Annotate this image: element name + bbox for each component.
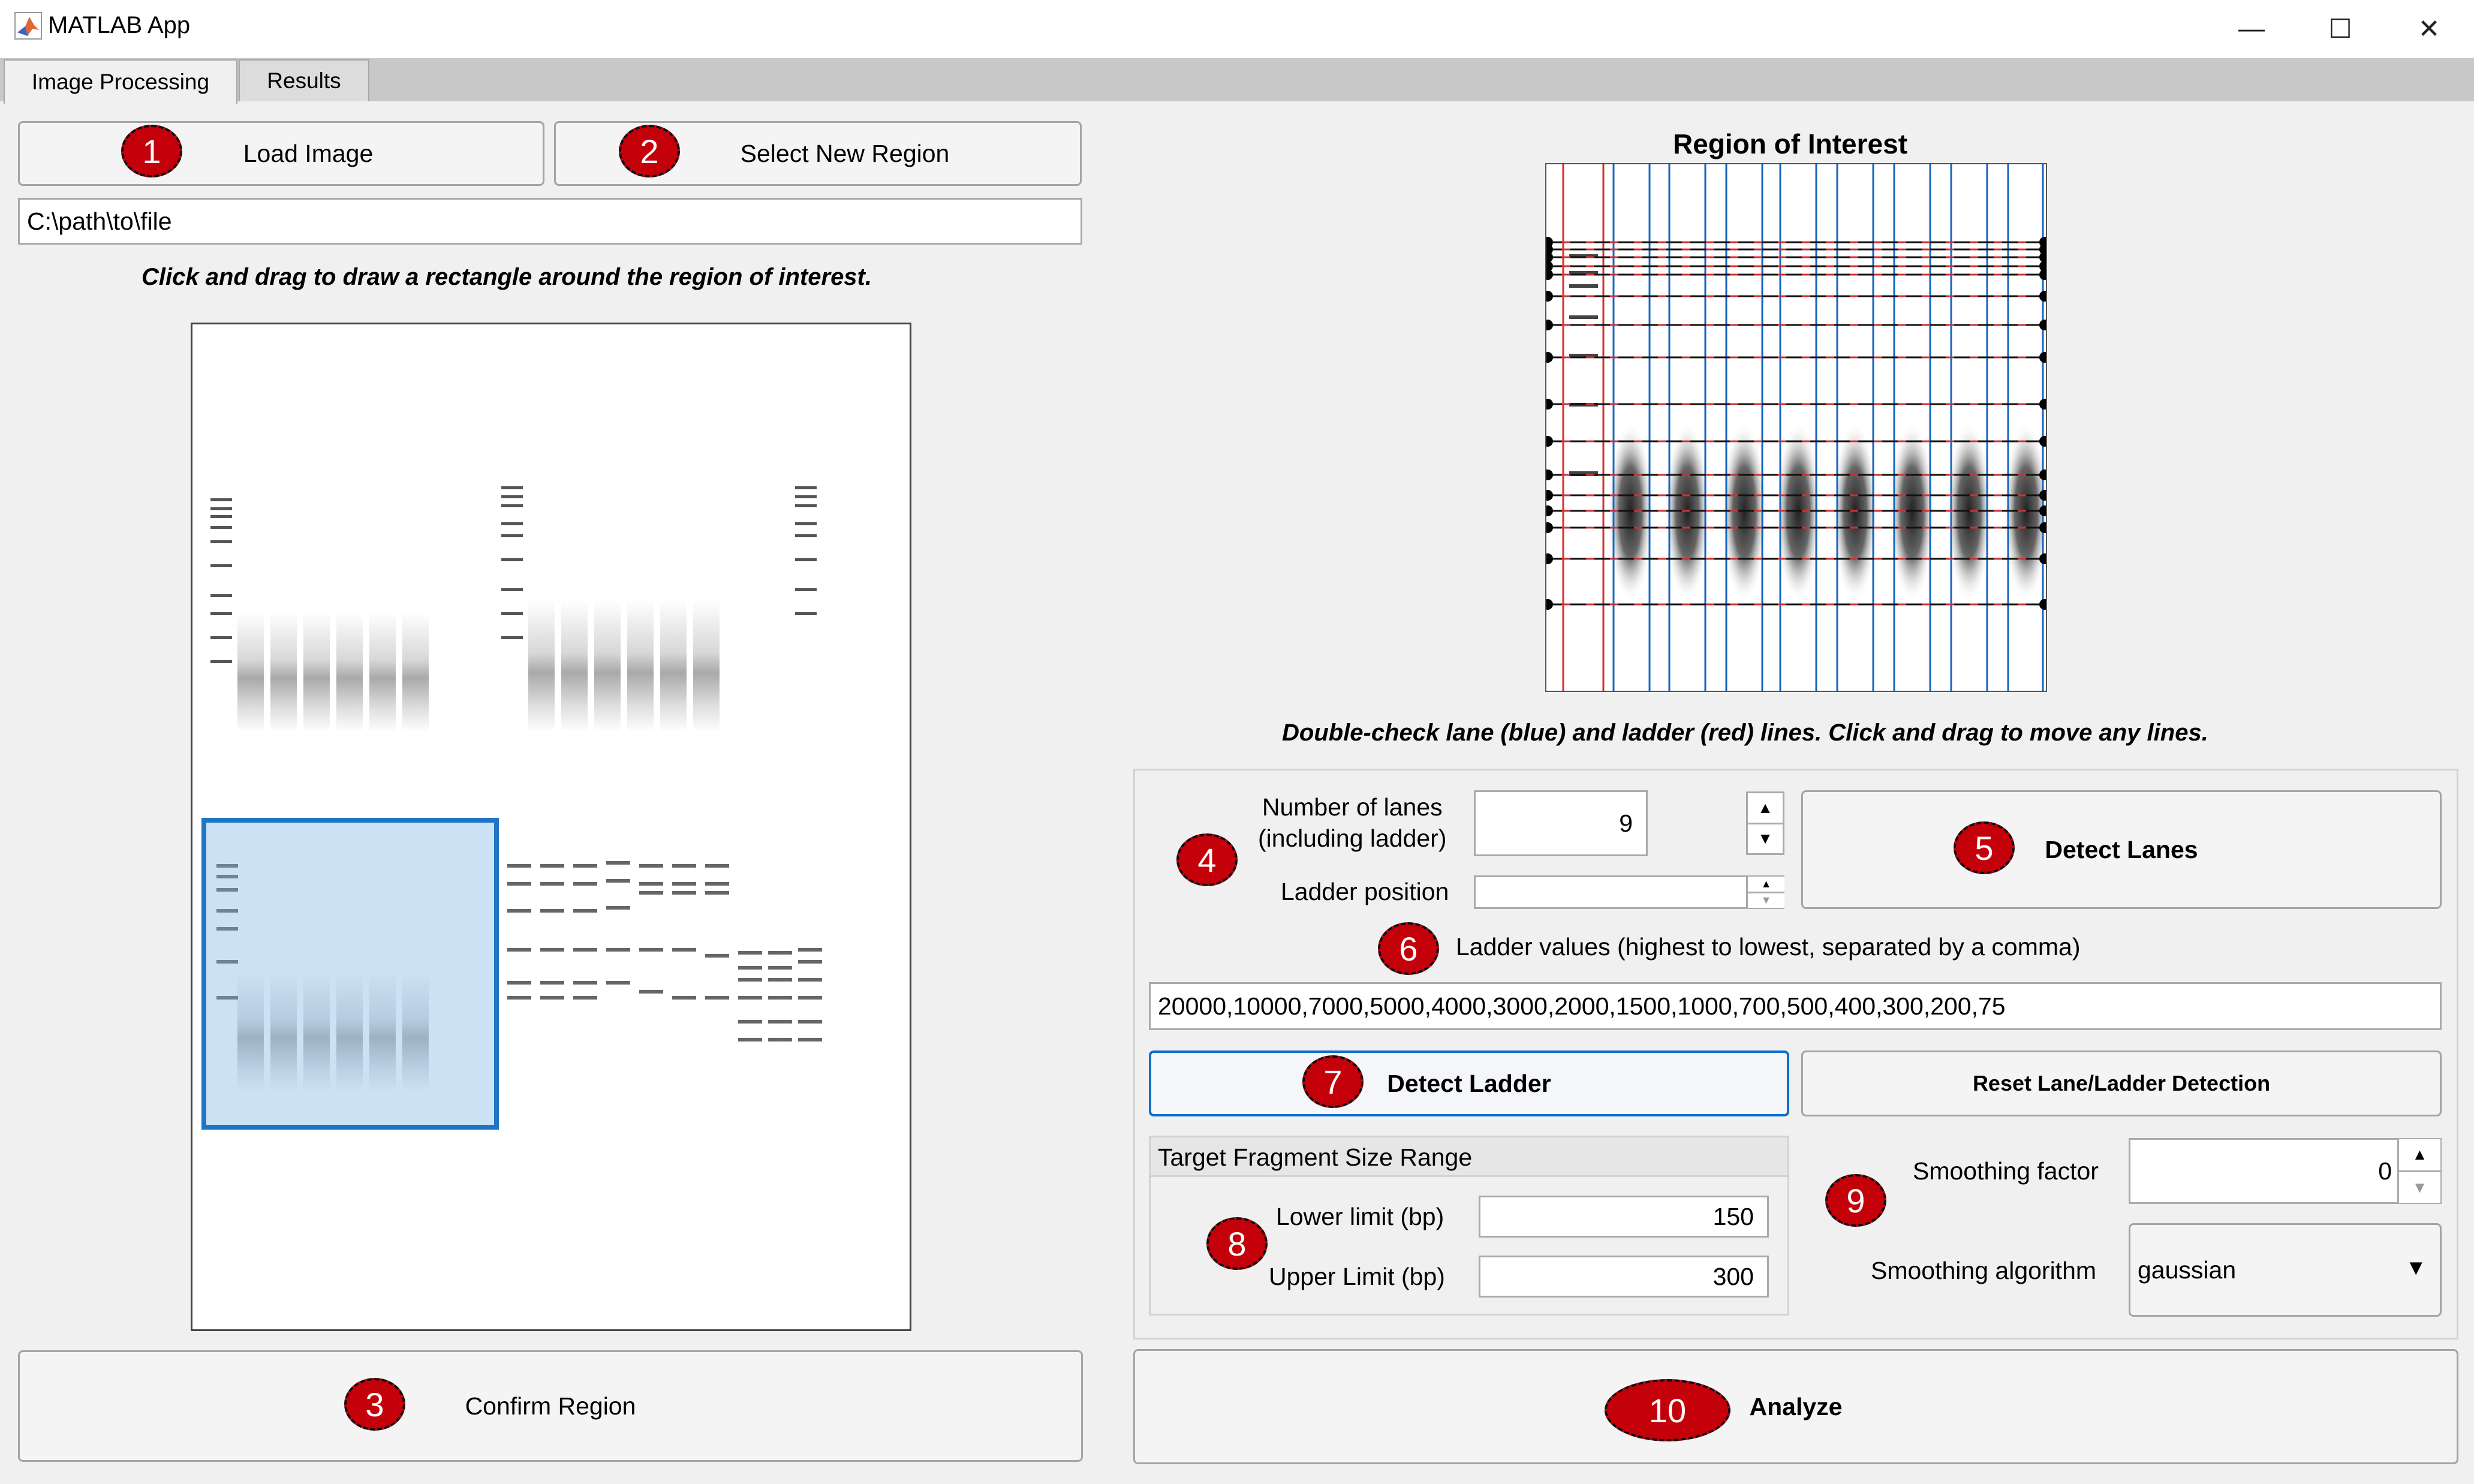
- matlab-logo-icon: [14, 12, 42, 40]
- reset-detection-label: Reset Lane/Ladder Detection: [1972, 1071, 2271, 1095]
- number-of-lanes-label: Number of lanes (including ladder): [1258, 791, 1447, 854]
- step-10-badge: 10: [1605, 1379, 1730, 1441]
- step-2-badge: 2: [619, 125, 680, 177]
- step-8-badge: 8: [1206, 1217, 1268, 1270]
- analyze-label: Analyze: [1749, 1392, 1843, 1420]
- ladder-values-field[interactable]: 20000,10000,7000,5000,4000,3000,2000,150…: [1149, 982, 2442, 1030]
- tab-results[interactable]: Results: [239, 59, 369, 101]
- close-button[interactable]: ✕: [2396, 6, 2462, 52]
- step-6-badge: 6: [1378, 922, 1439, 975]
- load-image-button[interactable]: Load Image: [18, 121, 544, 186]
- lines-instruction: Double-check lane (blue) and ladder (red…: [1282, 720, 2208, 746]
- file-path-field[interactable]: C:\path\to\file: [18, 198, 1082, 245]
- lower-limit-label: Lower limit (bp): [1276, 1203, 1444, 1230]
- smoothing-factor-field[interactable]: 0: [2129, 1138, 2442, 1204]
- confirm-region-button[interactable]: Confirm Region: [18, 1350, 1083, 1462]
- confirm-region-label: Confirm Region: [465, 1392, 636, 1420]
- number-of-lanes-field[interactable]: 9: [1474, 790, 1648, 856]
- step-5-badge: 5: [1954, 821, 2015, 874]
- minimize-button[interactable]: —: [2219, 6, 2285, 52]
- upper-limit-label: Upper Limit (bp): [1269, 1263, 1445, 1290]
- tab-strip: [0, 58, 2474, 101]
- minimize-icon: —: [2238, 14, 2265, 43]
- number-of-lanes-label-line2: (including ladder): [1258, 824, 1447, 852]
- window-title: MATLAB App: [48, 12, 191, 38]
- analyze-button[interactable]: Analyze: [1133, 1349, 2458, 1464]
- roi-plot[interactable]: [1542, 163, 2050, 692]
- detect-lanes-button[interactable]: Detect Lanes: [1801, 790, 2442, 909]
- step-7-badge: 7: [1302, 1055, 1364, 1108]
- step-9-badge: 9: [1825, 1174, 1886, 1227]
- spinner-up-icon[interactable]: ▲: [1748, 877, 1784, 892]
- lower-limit-field[interactable]: 150: [1479, 1196, 1769, 1238]
- step-4-badge: 4: [1176, 833, 1238, 886]
- number-of-lanes-label-line1: Number of lanes: [1262, 793, 1443, 821]
- spinner-up-icon[interactable]: ▲: [2399, 1139, 2440, 1170]
- spinner-down-icon[interactable]: ▼: [2399, 1170, 2440, 1203]
- select-new-region-label: Select New Region: [740, 139, 950, 167]
- spinner-down-icon[interactable]: ▼: [1748, 822, 1783, 854]
- tab-image-processing[interactable]: Image Processing: [4, 59, 237, 104]
- smoothing-factor-spinner[interactable]: ▲ ▼: [2397, 1139, 2440, 1203]
- ladder-position-field[interactable]: 1: [1474, 875, 1784, 909]
- roi-plot-title: Region of Interest: [1673, 128, 1908, 159]
- smoothing-algorithm-label: Smoothing algorithm: [1871, 1257, 2097, 1284]
- detect-lanes-label: Detect Lanes: [2045, 835, 2198, 863]
- smoothing-algorithm-value: gaussian: [2138, 1256, 2237, 1284]
- ladder-values-label: Ladder values (highest to lowest, separa…: [1456, 933, 2081, 961]
- spinner-down-icon[interactable]: ▼: [1748, 891, 1784, 908]
- roi-plot-canvas: [1542, 164, 2050, 691]
- detect-ladder-label: Detect Ladder: [1387, 1069, 1551, 1097]
- reset-detection-button[interactable]: Reset Lane/Ladder Detection: [1801, 1050, 2442, 1116]
- step-1-badge: 1: [121, 125, 182, 177]
- detect-ladder-button[interactable]: Detect Ladder: [1149, 1050, 1789, 1116]
- smoothing-algorithm-dropdown[interactable]: gaussian ▼: [2129, 1223, 2442, 1317]
- smoothing-factor-label: Smoothing factor: [1913, 1157, 2099, 1185]
- close-icon: ✕: [2418, 14, 2440, 44]
- maximize-icon: ☐: [2328, 14, 2352, 44]
- roi-selection-rectangle[interactable]: [201, 818, 499, 1130]
- number-of-lanes-spinner[interactable]: ▲ ▼: [1746, 791, 1784, 855]
- ladder-position-spinner[interactable]: ▲ ▼: [1746, 877, 1784, 908]
- maximize-button[interactable]: ☐: [2307, 6, 2373, 52]
- title-bar: MATLAB App — ☐ ✕: [0, 0, 2474, 58]
- upper-limit-field[interactable]: 300: [1479, 1256, 1769, 1298]
- step-3-badge: 3: [344, 1378, 405, 1431]
- ladder-position-label: Ladder position: [1281, 878, 1449, 905]
- fragment-range-title: Target Fragment Size Range: [1151, 1137, 1787, 1177]
- dropdown-arrow-icon: ▼: [2405, 1255, 2427, 1280]
- load-image-label: Load Image: [243, 139, 374, 167]
- roi-instruction: Click and drag to draw a rectangle aroun…: [142, 264, 872, 290]
- spinner-up-icon[interactable]: ▲: [1748, 793, 1783, 823]
